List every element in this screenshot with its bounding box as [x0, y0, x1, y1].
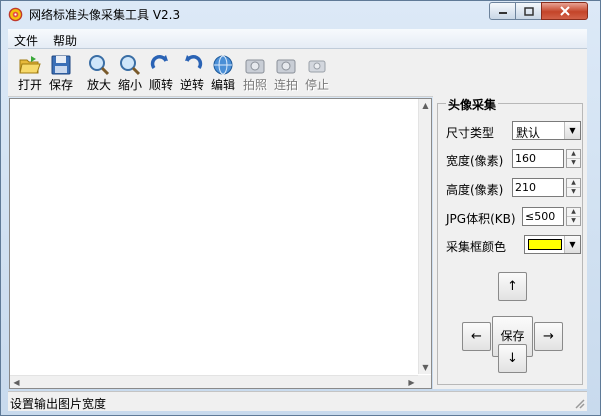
width-stepper[interactable]: 160 ▲ ▼ [512, 149, 581, 168]
height-spin-buttons[interactable]: ▲ ▼ [566, 178, 581, 197]
jpg-size-label: JPG体积(KB) [446, 212, 516, 226]
scroll-down-arrow[interactable]: ▼ [419, 361, 432, 374]
scroll-up-arrow[interactable]: ▲ [419, 99, 432, 112]
jpg-size-input[interactable]: ≤500 [522, 207, 564, 226]
menu-file[interactable]: 文件 [14, 32, 38, 49]
jpg-spin-buttons[interactable]: ▲ ▼ [566, 207, 581, 226]
stop-camera-icon [308, 60, 326, 73]
zoom-in-label: 放大 [86, 78, 111, 92]
save-disk-icon [51, 55, 71, 75]
spin-up-icon[interactable]: ▲ [567, 208, 580, 217]
menu-help[interactable]: 帮助 [53, 32, 77, 49]
vertical-scrollbar[interactable]: ▲ ▼ [418, 99, 431, 374]
edit-globe-icon [213, 55, 233, 75]
resize-grip-icon[interactable] [573, 397, 585, 409]
spin-down-icon[interactable]: ▼ [567, 188, 580, 196]
capture-panel: 头像采集 尺寸类型 默认 ▼ 宽度(像素) 160 ▲ ▼ 高度(像素) 210 … [433, 93, 587, 389]
toolbar: 打开 保存 放大 缩小 顺转 逆转 编辑 拍照 连拍 停止 [8, 49, 587, 97]
burst-label: 连拍 [273, 78, 298, 92]
burst-button[interactable]: 连拍 [271, 53, 301, 95]
height-stepper[interactable]: 210 ▲ ▼ [512, 178, 581, 197]
edit-button[interactable]: 编辑 [208, 53, 238, 95]
stop-button[interactable]: 停止 [302, 53, 332, 95]
rotate-counterclockwise-icon [185, 55, 203, 70]
window-title: 网络标准头像采集工具 V2.3 [29, 8, 181, 22]
height-label: 高度(像素) [446, 183, 504, 197]
width-label: 宽度(像素) [446, 154, 504, 168]
title-bar[interactable]: 网络标准头像采集工具 V2.3 [1, 1, 600, 28]
close-icon [559, 6, 570, 16]
stop-label: 停止 [304, 78, 329, 92]
color-swatch [528, 239, 562, 250]
height-input[interactable]: 210 [512, 178, 564, 197]
open-folder-icon [19, 56, 41, 74]
minimize-icon [498, 12, 507, 14]
spin-up-icon[interactable]: ▲ [567, 179, 580, 188]
open-button[interactable]: 打开 [15, 53, 45, 95]
scroll-left-arrow[interactable]: ◀ [10, 376, 23, 389]
spin-down-icon[interactable]: ▼ [567, 217, 580, 225]
jpg-size-stepper[interactable]: ≤500 ▲ ▼ [512, 207, 581, 226]
save-label: 保存 [48, 78, 73, 92]
maximize-button[interactable] [515, 2, 542, 20]
open-label: 打开 [17, 78, 42, 92]
rotate-counterclockwise-button[interactable]: 逆转 [177, 53, 207, 95]
save-button[interactable]: 保存 [46, 53, 76, 95]
move-left-button[interactable]: ← [462, 322, 491, 351]
image-canvas[interactable]: ▲ ▼ ◀ ▶ [9, 98, 432, 389]
minimize-button[interactable] [489, 2, 516, 20]
camera-button[interactable]: 拍照 [240, 53, 270, 95]
size-type-value: 默认 [516, 126, 541, 140]
capture-group: 头像采集 尺寸类型 默认 ▼ 宽度(像素) 160 ▲ ▼ 高度(像素) 210 … [437, 96, 583, 385]
horizontal-scrollbar[interactable]: ◀ ▶ [10, 375, 418, 388]
size-type-label: 尺寸类型 [446, 126, 495, 140]
zoom-out-button[interactable]: 缩小 [115, 53, 145, 95]
maximize-icon [523, 6, 534, 16]
frame-color-label: 采集框颜色 [446, 240, 507, 254]
zoom-out-icon [120, 55, 141, 76]
camera-icon [245, 59, 265, 74]
menu-bar: 文件 帮助 [8, 29, 587, 49]
spin-up-icon[interactable]: ▲ [567, 150, 580, 159]
move-up-button[interactable]: ↑ [498, 272, 527, 301]
rotate-counterclockwise-label: 逆转 [179, 78, 204, 92]
chevron-down-icon[interactable]: ▼ [564, 122, 580, 139]
app-logo-icon [8, 7, 23, 22]
zoom-in-button[interactable]: 放大 [84, 53, 114, 95]
burst-camera-icon [276, 59, 296, 74]
zoom-out-label: 缩小 [117, 78, 142, 92]
scroll-right-arrow[interactable]: ▶ [405, 376, 418, 389]
size-type-select[interactable]: 默认 ▼ [512, 121, 581, 140]
rotate-clockwise-button[interactable]: 顺转 [146, 53, 176, 95]
move-right-button[interactable]: → [534, 322, 563, 351]
scroll-corner [418, 375, 431, 388]
status-bar: 设置输出图片宽度 [8, 391, 587, 411]
spin-down-icon[interactable]: ▼ [567, 159, 580, 167]
move-down-button[interactable]: ↓ [498, 344, 527, 373]
camera-label: 拍照 [242, 78, 267, 92]
width-spin-buttons[interactable]: ▲ ▼ [566, 149, 581, 168]
frame-color-picker[interactable]: ▼ [524, 235, 581, 254]
zoom-in-icon [89, 55, 110, 76]
chevron-down-icon[interactable]: ▼ [564, 236, 580, 253]
edit-label: 编辑 [210, 78, 235, 92]
width-input[interactable]: 160 [512, 149, 564, 168]
main-window: 网络标准头像采集工具 V2.3 文件 帮助 打开 保存 放大 缩小 顺转 逆转 … [0, 0, 601, 416]
close-button[interactable] [541, 2, 588, 20]
rotate-clockwise-label: 顺转 [148, 78, 173, 92]
status-text: 设置输出图片宽度 [10, 397, 107, 411]
rotate-clockwise-icon [150, 55, 168, 70]
group-title: 头像采集 [446, 96, 499, 113]
